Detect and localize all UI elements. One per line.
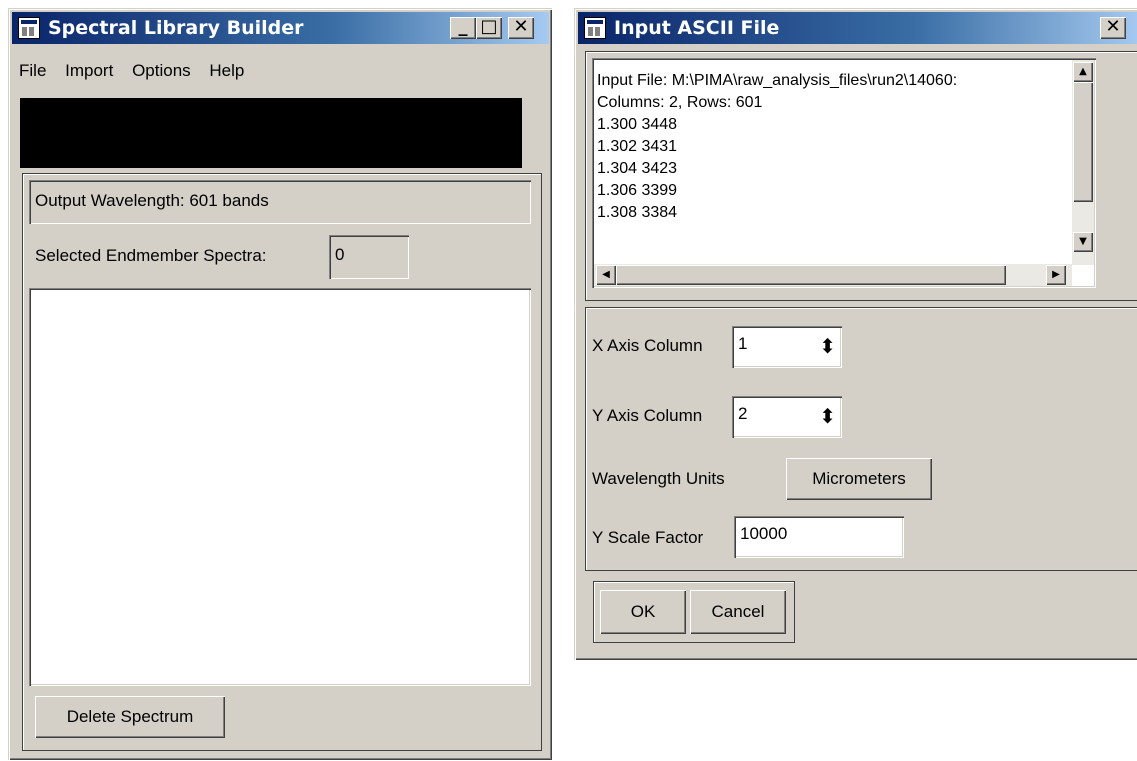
spinner-icon[interactable]: ⬍ bbox=[819, 404, 836, 428]
output-wavelength-field: Output Wavelength: 601 bands bbox=[29, 180, 531, 224]
output-wavelength-text: Output Wavelength: 601 bands bbox=[35, 191, 269, 210]
wavelength-units-button[interactable]: Micrometers bbox=[786, 458, 932, 500]
right-titlebar[interactable]: Input ASCII File ✕ bbox=[578, 12, 1137, 44]
input-ascii-file-window: Input ASCII File ✕ Input File: M:\PIMA\r… bbox=[574, 8, 1137, 660]
x-axis-value: 1 bbox=[738, 334, 748, 353]
scroll-left-icon[interactable]: ◀ bbox=[596, 265, 616, 285]
horizontal-scrollbar[interactable]: ◀ ▶ bbox=[594, 264, 1072, 286]
left-titlebar[interactable]: Spectral Library Builder _ □ ✕ bbox=[12, 12, 549, 44]
selected-endmember-field: 0 bbox=[329, 235, 409, 279]
y-scale-input[interactable]: 10000 bbox=[734, 516, 904, 558]
y-axis-label: Y Axis Column bbox=[592, 406, 703, 425]
ok-label: OK bbox=[630, 602, 656, 621]
parameters-group: X Axis Column 1 ⬍ Y Axis Column 2 ⬍ Wave… bbox=[585, 307, 1137, 571]
file-line: 1.300 3448 bbox=[597, 116, 678, 133]
close-button[interactable]: ✕ bbox=[1100, 17, 1126, 39]
close-button[interactable]: ✕ bbox=[508, 17, 534, 39]
file-line: 1.304 3423 bbox=[597, 160, 678, 177]
spectra-list[interactable] bbox=[29, 288, 531, 686]
file-preview-lines: Input File: M:\PIMA\raw_analysis_files\r… bbox=[597, 70, 1077, 224]
scroll-up-icon[interactable]: ▲ bbox=[1073, 62, 1093, 82]
right-window-title: Input ASCII File bbox=[614, 17, 780, 39]
menu-options[interactable]: Options bbox=[132, 61, 191, 80]
menu-file[interactable]: File bbox=[19, 61, 46, 80]
y-axis-value: 2 bbox=[738, 404, 748, 423]
x-axis-label: X Axis Column bbox=[592, 336, 703, 355]
cancel-button[interactable]: Cancel bbox=[690, 590, 786, 634]
delete-spectrum-button[interactable]: Delete Spectrum bbox=[35, 696, 225, 738]
horizontal-scroll-thumb[interactable] bbox=[616, 265, 1006, 285]
ok-button[interactable]: OK bbox=[600, 590, 686, 634]
scroll-down-icon[interactable]: ▼ bbox=[1073, 232, 1093, 252]
y-axis-spinner[interactable]: 2 ⬍ bbox=[732, 396, 842, 438]
black-display-area bbox=[20, 98, 522, 168]
file-line: 1.302 3431 bbox=[597, 138, 678, 155]
cancel-label: Cancel bbox=[711, 602, 765, 621]
left-content-group: Output Wavelength: 601 bands Selected En… bbox=[22, 173, 542, 751]
minimize-button[interactable]: _ bbox=[450, 17, 476, 39]
spectral-library-builder-window: Spectral Library Builder _ □ ✕ File Impo… bbox=[8, 8, 552, 760]
scroll-right-icon[interactable]: ▶ bbox=[1046, 265, 1066, 285]
maximize-button[interactable]: □ bbox=[476, 17, 502, 39]
vertical-scroll-thumb[interactable] bbox=[1073, 82, 1093, 202]
file-line: 1.306 3399 bbox=[597, 182, 678, 199]
wavelength-units-value: Micrometers bbox=[812, 469, 906, 488]
y-scale-label: Y Scale Factor bbox=[592, 528, 704, 547]
file-line: 1.308 3384 bbox=[597, 204, 678, 221]
file-preview-group: Input File: M:\PIMA\raw_analysis_files\r… bbox=[585, 51, 1137, 301]
x-axis-spinner[interactable]: 1 ⬍ bbox=[732, 326, 842, 368]
wavelength-units-label: Wavelength Units bbox=[592, 469, 725, 488]
vertical-scrollbar[interactable]: ▲ ▼ bbox=[1072, 60, 1094, 265]
left-window-title: Spectral Library Builder bbox=[48, 17, 304, 39]
file-line: Input File: M:\PIMA\raw_analysis_files\r… bbox=[597, 72, 958, 89]
file-preview-text: Input File: M:\PIMA\raw_analysis_files\r… bbox=[592, 58, 1096, 288]
spinner-icon[interactable]: ⬍ bbox=[819, 334, 836, 358]
selected-endmember-value: 0 bbox=[335, 245, 345, 264]
y-scale-value: 10000 bbox=[740, 524, 788, 543]
menu-bar: File Import Options Help bbox=[19, 61, 258, 81]
menu-import[interactable]: Import bbox=[65, 61, 113, 80]
selected-endmember-label: Selected Endmember Spectra: bbox=[35, 246, 267, 265]
delete-spectrum-label: Delete Spectrum bbox=[66, 707, 194, 726]
app-icon bbox=[18, 17, 40, 39]
app-icon bbox=[584, 17, 606, 39]
file-line: Columns: 2, Rows: 601 bbox=[597, 94, 763, 111]
dialog-buttons-group: OK Cancel bbox=[593, 581, 795, 643]
menu-help[interactable]: Help bbox=[209, 61, 244, 80]
